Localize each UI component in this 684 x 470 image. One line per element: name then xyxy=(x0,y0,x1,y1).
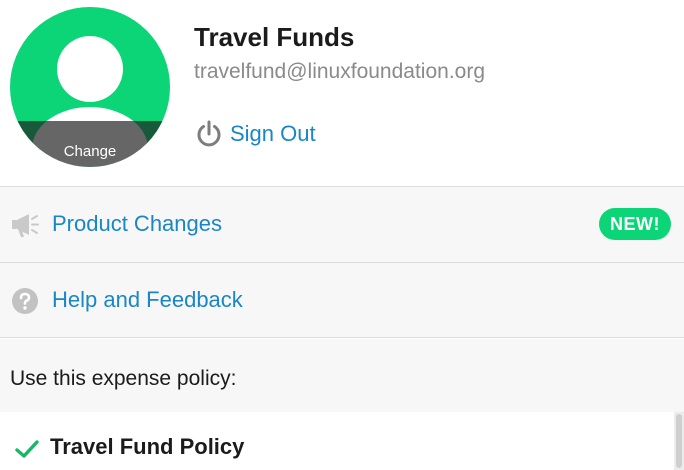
policy-name: Travel Fund Policy xyxy=(50,434,245,459)
user-name: Travel Funds xyxy=(194,22,355,52)
user-email: travelfund@linuxfoundation.org xyxy=(194,60,486,83)
menu-item-help-feedback[interactable]: Help and Feedback xyxy=(0,262,684,338)
profile-header: Change Travel Funds travelfund@linuxfoun… xyxy=(0,0,684,186)
menu-item-product-changes[interactable]: Product Changes NEW! xyxy=(0,186,684,262)
power-icon xyxy=(194,119,224,149)
avatar-change-label[interactable]: Change xyxy=(10,121,170,167)
account-menu-panel: Change Travel Funds travelfund@linuxfoun… xyxy=(0,0,684,470)
megaphone-icon xyxy=(10,211,40,239)
new-badge: NEW! xyxy=(599,208,671,240)
policy-option-travel-fund[interactable]: Travel Fund Policy xyxy=(0,412,674,470)
sign-out-button[interactable]: Sign Out xyxy=(194,118,316,150)
menu-item-label: Help and Feedback xyxy=(52,287,243,312)
scrollbar[interactable] xyxy=(674,412,684,470)
menu-item-label: Product Changes xyxy=(52,211,222,236)
question-circle-icon xyxy=(10,287,40,315)
avatar[interactable]: Change xyxy=(10,7,170,167)
expense-policy-section: Use this expense policy: Travel Fund Pol… xyxy=(0,339,684,470)
policy-heading: Use this expense policy: xyxy=(10,367,237,390)
check-icon xyxy=(14,438,40,460)
sign-out-label: Sign Out xyxy=(230,121,316,146)
scrollbar-thumb[interactable] xyxy=(676,414,682,468)
